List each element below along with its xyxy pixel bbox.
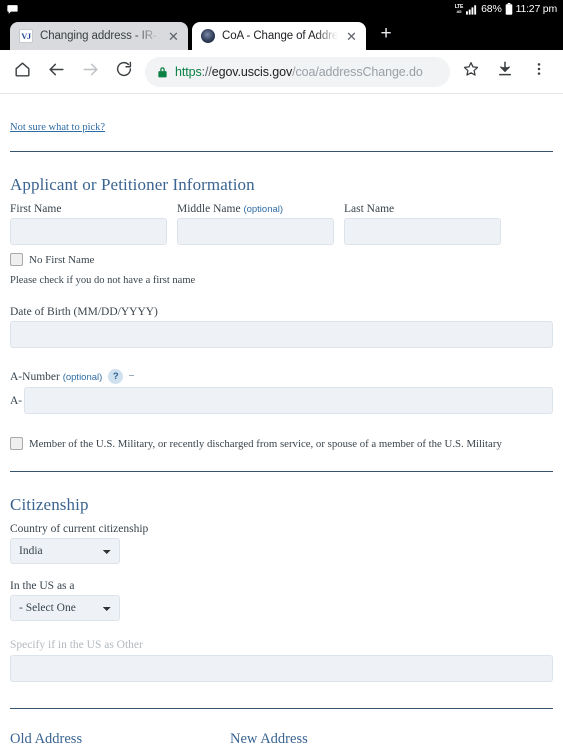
a-number-field-group: A-Number (optional) ? A- xyxy=(10,369,553,414)
country-of-citizenship-label: Country of current citizenship xyxy=(10,523,149,535)
military-checkbox-label: Member of the U.S. Military, or recently… xyxy=(29,437,502,450)
browser-tab-title: Changing address - IR-1 / CR xyxy=(40,30,160,42)
name-fields-row: First Name Middle Name (optional) Last N… xyxy=(10,203,553,245)
battery-icon xyxy=(505,3,513,15)
address-bar[interactable]: https://egov.uscis.gov/coa/addressChange… xyxy=(145,56,450,87)
webpage-viewport: Not sure what to pick? Applicant or Peti… xyxy=(0,94,563,750)
bookmark-button[interactable] xyxy=(455,56,487,88)
message-icon xyxy=(6,3,19,16)
download-button[interactable] xyxy=(489,56,521,88)
a-number-input[interactable] xyxy=(24,387,553,414)
browser-tab-strip: VJ Changing address - IR-1 / CR ✕ CoA - … xyxy=(0,18,563,50)
url-separator: :// xyxy=(201,64,212,79)
date-of-birth-label: Date of Birth (MM/DD/YYYY) xyxy=(10,306,158,318)
in-the-us-as-a-select[interactable]: - Select One xyxy=(10,595,120,621)
download-icon xyxy=(496,60,514,83)
android-status-bar: LTE 4G 68% 11:27 pm xyxy=(0,0,563,18)
url-text: https://egov.uscis.gov/coa/addressChange… xyxy=(175,65,423,79)
battery-percent: 68% xyxy=(481,3,502,15)
middle-name-label-text: Middle Name xyxy=(177,203,241,215)
url-host: egov.uscis.gov xyxy=(211,64,293,79)
no-first-name-hint: Please check if you do not have a first … xyxy=(10,275,196,286)
specify-other-input[interactable] xyxy=(10,655,553,682)
a-number-label-row: A-Number (optional) ? xyxy=(10,369,553,384)
country-of-citizenship-group: Country of current citizenship India xyxy=(10,523,553,564)
question-mark-help-icon[interactable]: ? xyxy=(108,369,124,384)
three-dot-menu-icon xyxy=(531,61,547,82)
a-number-label-text: A-Number xyxy=(10,370,60,383)
no-first-name-checkbox[interactable] xyxy=(10,253,23,266)
new-address-title: New Address xyxy=(230,731,308,747)
middle-name-label: Middle Name (optional) xyxy=(177,203,334,215)
country-of-citizenship-select[interactable]: India xyxy=(10,538,120,564)
date-of-birth-field-group: Date of Birth (MM/DD/YYYY) xyxy=(10,306,553,348)
first-name-label: First Name xyxy=(10,203,62,215)
status-bar-clock: 11:27 pm xyxy=(515,3,558,15)
not-sure-what-to-pick-link[interactable]: Not sure what to pick? xyxy=(10,122,105,133)
a-number-input-row: A- xyxy=(10,387,553,414)
middle-name-field-group: Middle Name (optional) xyxy=(177,203,334,245)
in-the-us-as-a-label: In the US as a xyxy=(10,580,75,592)
military-checkbox-row[interactable]: Member of the U.S. Military, or recently… xyxy=(10,437,553,450)
specify-other-label: Specify if in the US as Other xyxy=(10,639,143,651)
url-path: /coa/addressChange.do xyxy=(292,64,423,79)
browser-tab-0[interactable]: VJ Changing address - IR-1 / CR ✕ xyxy=(10,22,188,50)
lock-icon xyxy=(157,66,168,78)
applicant-section-title: Applicant or Petitioner Information xyxy=(10,175,255,194)
middle-name-input[interactable] xyxy=(177,218,334,245)
signal-bars-icon xyxy=(466,4,478,15)
browser-toolbar: https://egov.uscis.gov/coa/addressChange… xyxy=(0,50,563,94)
no-first-name-label: No First Name xyxy=(29,253,95,266)
new-tab-button[interactable]: + xyxy=(372,20,400,48)
forward-button[interactable] xyxy=(74,56,106,88)
first-name-field-group: First Name xyxy=(10,203,167,245)
middle-name-optional-tag: (optional) xyxy=(243,204,284,215)
help-underline-decoration xyxy=(129,375,135,376)
lte-icon: LTE 4G xyxy=(454,3,464,14)
uscis-seal-favicon xyxy=(201,29,215,43)
last-name-input[interactable] xyxy=(344,218,501,245)
military-checkbox[interactable] xyxy=(10,437,23,450)
us-status-select-wrapper: - Select One xyxy=(10,595,553,621)
a-number-prefix: A- xyxy=(10,394,23,407)
url-scheme: https xyxy=(175,64,202,79)
forward-arrow-icon xyxy=(81,60,100,84)
section-divider xyxy=(10,708,553,709)
section-divider xyxy=(10,151,553,152)
address-headings-row: Old Address In care of name (if any) New… xyxy=(10,731,553,750)
back-arrow-icon xyxy=(47,60,66,84)
country-select-wrapper: India xyxy=(10,538,553,564)
reload-button[interactable] xyxy=(108,56,140,88)
first-name-input[interactable] xyxy=(10,218,167,245)
last-name-field-group: Last Name xyxy=(344,203,501,245)
citizenship-section-title: Citizenship xyxy=(10,495,89,514)
new-address-column: New Address In care of name (if any) xyxy=(230,731,445,750)
home-icon xyxy=(13,60,32,84)
us-status-group: In the US as a - Select One xyxy=(10,580,553,621)
status-bar-left xyxy=(6,3,19,16)
browser-tab-title: CoA - Change of Address xyxy=(222,30,338,42)
status-bar-right: LTE 4G 68% 11:27 pm xyxy=(455,3,557,15)
section-divider xyxy=(10,471,553,472)
browser-tab-1[interactable]: CoA - Change of Address ✕ xyxy=(192,22,366,50)
tab-close-icon[interactable]: ✕ xyxy=(167,30,180,43)
specify-other-group: Specify if in the US as Other xyxy=(10,639,553,682)
a-number-optional-tag: (optional) xyxy=(62,371,103,383)
date-of-birth-input[interactable] xyxy=(10,321,553,348)
a-number-label: A-Number (optional) xyxy=(10,371,102,383)
menu-button[interactable] xyxy=(523,56,555,88)
visajourney-favicon: VJ xyxy=(19,29,33,43)
tab-close-icon[interactable]: ✕ xyxy=(345,30,358,43)
no-first-name-checkbox-row[interactable]: No First Name xyxy=(10,253,553,266)
old-address-column: Old Address In care of name (if any) xyxy=(10,731,225,750)
reload-icon xyxy=(115,60,133,83)
star-icon xyxy=(462,60,480,83)
back-button[interactable] xyxy=(40,56,72,88)
last-name-label: Last Name xyxy=(344,203,395,215)
home-button[interactable] xyxy=(6,56,38,88)
old-address-title: Old Address xyxy=(10,731,83,747)
